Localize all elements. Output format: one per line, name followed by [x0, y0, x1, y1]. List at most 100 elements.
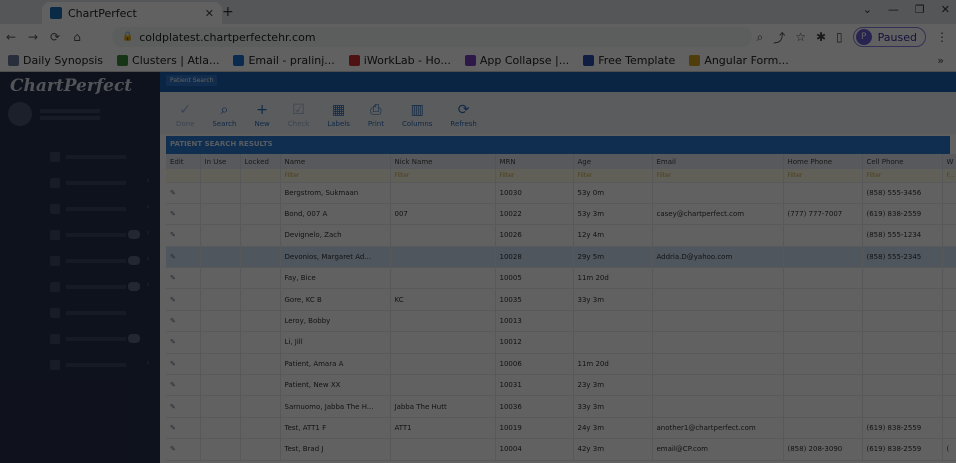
bookmark-item[interactable]: Daily Synopsis [8, 54, 103, 67]
user-card[interactable] [8, 102, 100, 126]
edit-pencil-icon[interactable]: ✎ [170, 445, 176, 453]
module-tab[interactable]: Patient Search [166, 75, 218, 86]
edit-pencil-icon[interactable]: ✎ [170, 189, 176, 197]
column-header[interactable]: MRN [495, 154, 574, 169]
tab-search-icon[interactable]: ⌄ [863, 3, 872, 16]
share-icon[interactable]: ⤴ [773, 29, 785, 46]
sidebar-item[interactable]: › [0, 196, 160, 222]
table-row[interactable]: ✎ Patient, Amara A 10006 11m 20d [166, 353, 956, 376]
sidebar-item[interactable]: › [0, 170, 160, 196]
column-filter-input[interactable]: Filter [652, 169, 784, 183]
edit-pencil-icon[interactable]: ✎ [170, 274, 176, 282]
column-header[interactable]: Age [573, 154, 653, 169]
side-panel-icon[interactable]: ▯ [836, 30, 843, 44]
sidebar-item[interactable]: › [0, 352, 160, 378]
column-filter-input[interactable]: Filter [862, 169, 943, 183]
extensions-icon[interactable]: ✱ [816, 30, 826, 44]
table-row[interactable]: ✎ Devignelo, Zach 10026 12y 4m (858) 555-123… [166, 224, 956, 247]
home-icon[interactable]: ⌂ [66, 30, 88, 44]
table-row[interactable]: ✎ Test, ATT1 F ATT1 10019 24y 3m another1@cha… [166, 417, 956, 440]
cell-cell: (858) 555-3456 [862, 182, 943, 204]
profile-button[interactable]: P Paused [852, 27, 926, 47]
avatar [8, 102, 32, 126]
table-row[interactable]: ✎ Bergstrom, Sukmaan 10030 53y 0m (858) 555-… [166, 182, 956, 204]
edit-pencil-icon[interactable]: ✎ [170, 231, 176, 239]
edit-pencil-icon[interactable]: ✎ [170, 210, 176, 218]
ribbon-button-label: Columns [401, 120, 433, 128]
sidebar-item[interactable] [0, 300, 160, 326]
column-filter-input[interactable]: Filter [390, 169, 496, 183]
column-header[interactable]: Nick Name [390, 154, 496, 169]
table-row[interactable]: ✎ Leroy, Bobby 10013 [166, 310, 956, 333]
column-header[interactable]: Name [280, 154, 391, 169]
browser-tab[interactable]: ChartPerfect ✕ [42, 2, 222, 24]
bookmark-item[interactable]: Angular Form... [689, 54, 789, 67]
close-window-icon[interactable]: ✕ [941, 3, 950, 16]
print-button[interactable]: ⎙ Print [368, 103, 384, 128]
column-header[interactable]: Home Phone [783, 154, 863, 169]
edit-pencil-icon[interactable]: ✎ [170, 381, 176, 389]
edit-pencil-icon[interactable]: ✎ [170, 338, 176, 346]
column-header[interactable]: Locked [240, 154, 281, 169]
edit-pencil-icon[interactable]: ✎ [170, 296, 176, 304]
labels-button[interactable]: ▦ Labels [327, 103, 350, 128]
column-header[interactable]: Email [652, 154, 784, 169]
new-button[interactable]: + New [254, 103, 269, 128]
bookmark-item[interactable]: Email - pralinj... [233, 54, 335, 67]
column-filter-input[interactable]: Filter [783, 169, 863, 183]
column-header[interactable]: Cell Phone [862, 154, 943, 169]
browser-window: ChartPerfect ✕ + ⌄ — ❐ ✕ ← → ⟳ ⌂ 🔒 coldp… [0, 0, 956, 463]
column-filter-input[interactable]: Filter [942, 169, 956, 183]
ribbon-button-label: Search [212, 120, 237, 128]
close-tab-icon[interactable]: ✕ [205, 7, 214, 20]
edit-pencil-icon[interactable]: ✎ [170, 253, 176, 261]
edit-cell: ✎ [166, 288, 201, 311]
sidebar-item[interactable]: › [0, 274, 160, 300]
restore-icon[interactable]: ❐ [915, 3, 925, 16]
address-bar[interactable]: 🔒 coldplatest.chartperfectehr.com [112, 27, 752, 47]
table-row[interactable]: ✎ Fay, Bice 10005 11m 20d [166, 267, 956, 290]
sidebar-item[interactable] [0, 326, 160, 352]
sidebar-item[interactable]: › [0, 248, 160, 274]
edit-pencil-icon[interactable]: ✎ [170, 360, 176, 368]
column-header[interactable]: Edit [166, 154, 201, 169]
back-icon[interactable]: ← [0, 30, 22, 44]
bookmark-item[interactable]: Free Template [583, 54, 675, 67]
bookmark-star-icon[interactable]: ☆ [795, 30, 806, 44]
table-row[interactable]: ✎ Gore, KC B KC 10035 33y 3m [166, 288, 956, 311]
column-header[interactable]: W [942, 154, 956, 169]
minimize-icon[interactable]: — [888, 3, 899, 16]
zoom-icon[interactable]: ⌕ [756, 30, 763, 45]
columns-button[interactable]: ▥ Columns [402, 103, 432, 128]
bookmark-item[interactable]: iWorkLab - Ho... [348, 54, 451, 67]
table-row[interactable]: ✎ Sarnuomo, Jabba The H... Jabba The Hutt 1… [166, 395, 956, 418]
bookmark-item[interactable]: Clusters | Atla... [117, 54, 219, 67]
search-button[interactable]: ⌕ Search [212, 103, 236, 128]
edit-pencil-icon[interactable]: ✎ [170, 424, 176, 432]
done-button[interactable]: ✓ Done [176, 103, 194, 128]
more-bookmarks-icon[interactable]: » [937, 54, 944, 67]
check-button[interactable]: ☑ Check [288, 103, 310, 128]
column-filter-input[interactable]: Filter [573, 169, 653, 183]
table-row[interactable]: ✎ Test, Brad J 10004 42y 3m email@CP.com (858… [166, 438, 956, 461]
nick-cell [390, 438, 496, 461]
sidebar-item[interactable]: › [0, 222, 160, 248]
table-row[interactable]: ✎ Patient, New XX 10031 23y 3m [166, 374, 956, 397]
column-header[interactable]: In Use [200, 154, 241, 169]
table-row[interactable]: ✎ Li, Jill 10012 [166, 331, 956, 354]
lock-icon[interactable]: 🔒 [122, 32, 133, 42]
new-tab-icon[interactable]: + [222, 4, 234, 20]
table-row[interactable]: ✎ Bond, 007 A 007 10022 53y 3m casey@chartper… [166, 203, 956, 226]
edit-pencil-icon[interactable]: ✎ [170, 403, 176, 411]
column-filter-input[interactable]: Filter [280, 169, 391, 183]
home-cell [783, 267, 863, 290]
menu-kebab-icon[interactable]: ⋮ [936, 30, 948, 44]
bookmark-item[interactable]: App Collapse |... [464, 54, 569, 67]
forward-icon[interactable]: → [22, 30, 44, 44]
table-row[interactable]: ✎ Devonios, Margaret Ad... 10028 29y 5m Addr… [166, 246, 956, 269]
column-filter-input[interactable]: Filter [495, 169, 574, 183]
edit-pencil-icon[interactable]: ✎ [170, 317, 176, 325]
reload-icon[interactable]: ⟳ [44, 30, 66, 44]
refresh-button[interactable]: ⟳ Refresh [450, 103, 476, 128]
sidebar-item[interactable] [0, 144, 160, 170]
